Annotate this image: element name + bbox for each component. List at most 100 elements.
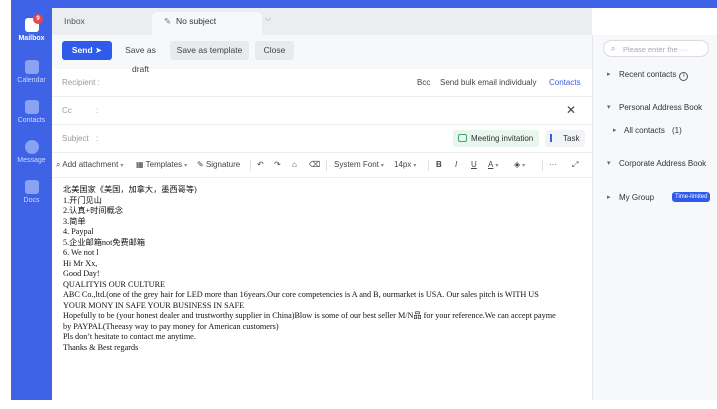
signature-pen-icon: ✎ xyxy=(197,160,204,169)
bulk-send-link[interactable]: Send bulk email individualy xyxy=(440,78,537,87)
contact-search-input[interactable]: ⌕ Please enter the ··· xyxy=(603,40,709,57)
bcc-link[interactable]: Bcc xyxy=(417,78,430,87)
body-line: Hi Mr Xx, xyxy=(63,258,98,268)
nav-message[interactable]: Message xyxy=(11,140,52,164)
body-line: 2.认真+时间概念 xyxy=(63,206,123,215)
nav-contacts-label: Contacts xyxy=(17,117,46,124)
my-group-label: My Group xyxy=(619,193,655,202)
nav-contacts[interactable]: Contacts xyxy=(11,100,52,124)
underline-button[interactable]: U xyxy=(471,160,477,169)
font-family-select[interactable]: System Font ▾ xyxy=(334,160,384,169)
chevron-right-icon: ▸ xyxy=(607,194,611,201)
templates-label: Templates xyxy=(145,160,183,169)
corporate-address-book-label: Corporate Address Book xyxy=(619,159,707,168)
close-button[interactable]: Close xyxy=(255,41,294,60)
subject-label: Subject xyxy=(62,134,89,143)
recipient-row[interactable]: Recipient : Bcc Send bulk email individu… xyxy=(52,69,592,97)
task-button[interactable]: Task xyxy=(545,130,586,147)
calendar-icon xyxy=(24,60,39,74)
chevron-down-icon: ▾ xyxy=(607,160,611,167)
contacts-icon xyxy=(24,100,39,114)
highlight-button[interactable]: ◈ ▾ xyxy=(514,160,525,169)
personal-address-book-label: Personal Address Book xyxy=(619,103,703,112)
meeting-invitation-button[interactable]: Meeting invitation xyxy=(453,130,540,147)
undo-icon[interactable]: ↶ xyxy=(257,160,264,169)
fullscreen-icon[interactable]: ⤢ xyxy=(572,160,578,170)
more-options-button[interactable]: ··· xyxy=(549,160,557,169)
chevron-down-icon: ▾ xyxy=(380,163,384,169)
chevron-right-icon: ▸ xyxy=(613,127,617,134)
body-line: 5.企业邮箱not免费邮箱 xyxy=(63,237,146,247)
message-icon xyxy=(24,140,39,154)
divider xyxy=(250,160,251,171)
signature-button[interactable]: ✎ Signature xyxy=(197,160,240,169)
send-button[interactable]: Send ➤ xyxy=(62,41,112,60)
subject-colon: : xyxy=(96,134,99,143)
recent-contacts-text: Recent contacts xyxy=(619,70,677,79)
body-line: 6. We not l xyxy=(63,248,99,257)
nav-mailbox[interactable]: 9 Mailbox xyxy=(11,14,52,42)
font-family-value: System Font xyxy=(334,160,379,169)
paperclip-icon: ⌕ xyxy=(56,160,61,169)
email-body-editor[interactable]: 北美国家《美国，加拿大，墨西哥等) 1.开门见山 2.认真+时间概念 3.简单 4. P… xyxy=(63,185,592,353)
chevron-down-icon: ▾ xyxy=(120,163,124,169)
chevron-down-icon: ▾ xyxy=(495,163,499,169)
bold-button[interactable]: B xyxy=(436,160,442,169)
text-color-label: A xyxy=(488,160,494,169)
chevron-down-icon: ▾ xyxy=(607,104,611,111)
tab-draft[interactable]: ✎ No subject xyxy=(152,12,262,35)
task-list-icon xyxy=(550,134,559,142)
edit-icon: ✎ xyxy=(164,16,172,26)
address-book-panel: ⌕ Please enter the ··· ▸ Recent contacts… xyxy=(592,35,717,400)
recent-contacts-label: Recent contacts i xyxy=(619,70,689,81)
cc-row[interactable]: Cc : ✕ xyxy=(52,97,592,125)
cc-colon: : xyxy=(96,106,99,115)
font-size-select[interactable]: 14px ▾ xyxy=(394,160,416,169)
nav-message-label: Message xyxy=(17,157,46,164)
save-draft-button[interactable]: Save as draft xyxy=(116,41,165,74)
body-line: 4. Paypal xyxy=(63,227,94,236)
left-nav-rail: 9 Mailbox Calendar Contacts Message Docs xyxy=(11,8,52,400)
text-color-button[interactable]: A ▾ xyxy=(488,160,498,169)
body-line: 北美国家《美国，加拿大，墨西哥等) xyxy=(63,185,197,194)
body-line: 1.开门见山 xyxy=(63,195,102,205)
info-icon[interactable]: i xyxy=(679,72,689,81)
body-line: YOUR MONY IN SAFE YOUR BUSINESS IN SAFE xyxy=(63,300,245,310)
tab-inbox-label: Inbox xyxy=(64,16,85,26)
body-line: by PAYPAL(Theeasy way to pay money for A… xyxy=(63,321,279,331)
format-painter-icon[interactable]: ⌂ xyxy=(292,160,297,169)
tab-draft-label: No subject xyxy=(176,16,217,26)
docs-icon xyxy=(24,180,39,194)
attachment-button[interactable]: ⌕ Add attachment ▾ xyxy=(56,160,123,170)
italic-button[interactable]: I xyxy=(455,160,457,169)
body-line: 3.简单 xyxy=(63,216,86,226)
nav-docs[interactable]: Docs xyxy=(11,180,52,204)
body-line: Thanks & Best regards xyxy=(63,342,139,352)
nav-calendar[interactable]: Calendar xyxy=(11,60,52,84)
tab-inbox[interactable]: Inbox xyxy=(52,12,152,35)
chevron-down-icon[interactable]: ⌵ xyxy=(265,14,271,24)
close-button-label: Close xyxy=(263,45,286,55)
recipient-label: Recipient : xyxy=(62,78,100,87)
save-template-button[interactable]: Save as template xyxy=(170,41,249,60)
chevron-right-icon: ▸ xyxy=(607,71,611,78)
font-size-value: 14px xyxy=(394,160,412,169)
eraser-icon[interactable]: ⌫ xyxy=(309,160,320,169)
bottom-margin xyxy=(11,400,717,409)
redo-icon[interactable]: ↷ xyxy=(274,160,281,169)
body-line: ABC Co.,ltd.(one of the grey hair for LE… xyxy=(63,290,539,299)
templates-button[interactable]: ▦ Templates ▾ xyxy=(136,160,187,169)
save-template-label: Save as template xyxy=(176,45,243,55)
close-icon[interactable]: ✕ xyxy=(566,103,576,117)
search-icon: ⌕ xyxy=(611,44,616,53)
mail-compose-window: 9 Mailbox Calendar Contacts Message Docs… xyxy=(0,0,717,409)
contacts-link[interactable]: Contacts xyxy=(549,78,581,87)
nav-mailbox-label: Mailbox xyxy=(18,35,45,42)
unread-badge: 9 xyxy=(33,14,43,24)
subject-row[interactable]: Subject : Meeting invitation Task xyxy=(52,125,592,153)
body-line: Pls don’t hesitate to contact me anytime… xyxy=(63,332,196,341)
compose-panel: Send ➤ Save as draft Save as template Cl… xyxy=(52,35,592,400)
tab-bar: Inbox ✎ No subject ⌵ xyxy=(52,8,592,35)
divider xyxy=(542,160,543,171)
calendar-icon xyxy=(458,134,467,142)
